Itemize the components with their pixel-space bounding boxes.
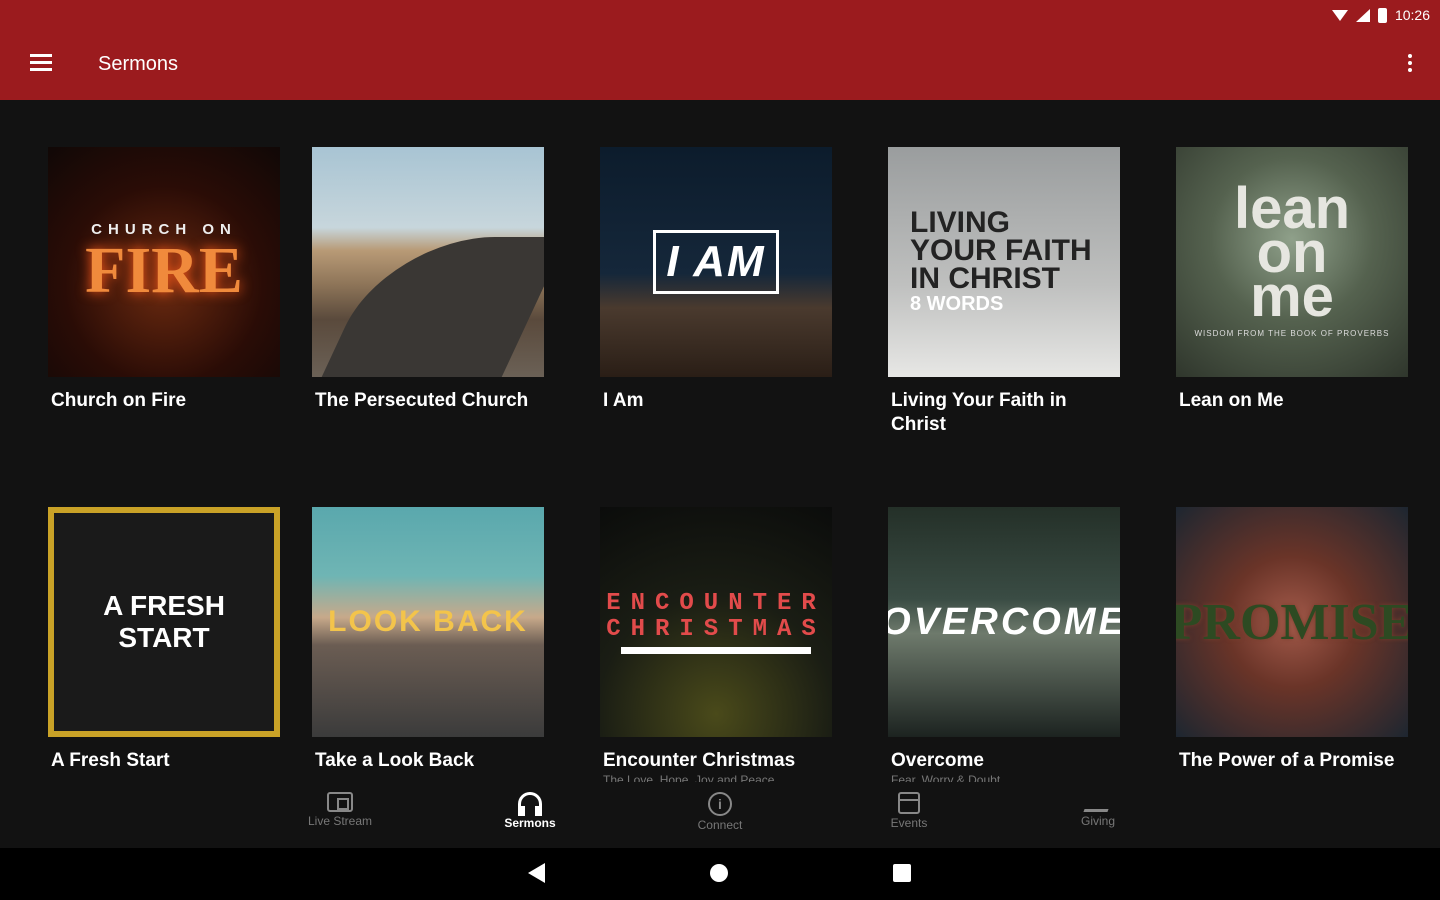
artwork-text: CHRISTMAS [606, 615, 826, 643]
wifi-icon [1331, 9, 1348, 21]
battery-icon [1377, 7, 1387, 23]
artwork-text: I AM [653, 230, 779, 294]
nav-label: Sermons [504, 816, 556, 830]
recent-apps-icon[interactable] [893, 864, 911, 882]
system-navigation-bar [0, 848, 1440, 900]
headphones-icon [518, 792, 542, 816]
sermon-card-fresh-start[interactable]: A FRESH START A Fresh Start [48, 507, 280, 773]
sermon-title: Encounter Christmas [603, 750, 796, 771]
artwork-text: 8 WORDS [910, 292, 1004, 315]
sermon-artwork: lean on me WISDOM FROM THE BOOK OF PROVE… [1176, 147, 1408, 377]
sermon-title: Overcome [891, 750, 984, 771]
sermon-title: Take a Look Back [315, 750, 475, 771]
sermon-artwork: LIVING YOUR FAITH IN CHRIST 8 WORDS [888, 147, 1120, 377]
back-icon[interactable] [528, 863, 545, 883]
sermon-card-power-of-a-promise[interactable]: PROMISE The Power of a Promise [1176, 507, 1408, 773]
sermon-artwork: LOOK BACK [312, 507, 544, 737]
artwork-text: WISDOM FROM THE BOOK OF PROVERBS [1194, 328, 1390, 338]
more-vert-icon[interactable] [1406, 52, 1414, 76]
sermon-title: The Power of a Promise [1179, 750, 1395, 771]
sermon-card-living-your-faith[interactable]: LIVING YOUR FAITH IN CHRIST 8 WORDS Livi… [888, 147, 1120, 437]
artwork-text: FIRE [85, 233, 243, 307]
sermon-title: The Persecuted Church [315, 390, 529, 411]
nav-connect[interactable]: Connect [660, 782, 780, 842]
tv-icon [327, 792, 353, 812]
sermon-card-church-on-fire[interactable]: CHURCH ON FIRE Church on Fire [48, 147, 280, 413]
sermon-artwork: OVERCOME [888, 507, 1120, 737]
sermon-artwork: CHURCH ON FIRE [48, 147, 280, 377]
nav-giving[interactable]: Giving [1038, 782, 1158, 842]
info-icon [708, 792, 732, 816]
bottom-navigation: Live Stream Sermons Connect Events Givin… [0, 782, 1440, 848]
nav-live-stream[interactable]: Live Stream [280, 782, 400, 842]
sermon-artwork: I AM [600, 147, 832, 377]
artwork-text: LOOK BACK [328, 605, 528, 638]
sermon-title: A Fresh Start [51, 750, 170, 771]
sermon-artwork: PROMISE [1176, 507, 1408, 737]
sermon-card-encounter-christmas[interactable]: ENCOUNTER CHRISTMAS Encounter Christmas … [600, 507, 832, 787]
page-title: Sermons [98, 53, 179, 75]
artwork-text: OVERCOME [888, 600, 1120, 643]
nav-label: Connect [697, 818, 743, 832]
nav-label: Live Stream [307, 814, 373, 828]
calendar-icon [898, 792, 920, 814]
artwork-text: A FRESH START [103, 590, 225, 653]
sermon-artwork [312, 147, 544, 377]
sermon-card-persecuted-church[interactable]: The Persecuted Church [312, 147, 544, 413]
status-time: 10:26 [1394, 7, 1430, 23]
artwork-text: LIVING [910, 205, 1011, 239]
status-bar: 10:26 [1331, 0, 1440, 30]
hamburger-icon[interactable] [30, 54, 52, 72]
artwork-text: IN CHRIST [910, 261, 1060, 295]
sermon-artwork: ENCOUNTER CHRISTMAS [600, 507, 832, 737]
home-icon[interactable] [710, 864, 728, 882]
nav-events[interactable]: Events [849, 782, 969, 842]
app-bar: 10:26 Sermons [0, 0, 1440, 100]
sermon-title: Lean on Me [1179, 390, 1284, 411]
sermon-card-lean-on-me[interactable]: lean on me WISDOM FROM THE BOOK OF PROVE… [1176, 147, 1408, 413]
sermon-title: Church on Fire [51, 390, 187, 411]
artwork-text: PROMISE [1176, 593, 1408, 651]
sermon-title: Living Your Faith in Christ [891, 390, 1067, 435]
nav-label: Giving [1080, 814, 1115, 828]
artwork-text: me [1250, 263, 1334, 329]
nav-label: Events [890, 816, 928, 830]
sermon-card-look-back[interactable]: LOOK BACK Take a Look Back [312, 507, 544, 773]
sermon-artwork: A FRESH START [48, 507, 280, 737]
sermon-title: I Am [603, 390, 644, 411]
nav-sermons[interactable]: Sermons [470, 782, 590, 842]
artwork-text: ENCOUNTER [606, 589, 826, 617]
giving-icon [1083, 798, 1113, 812]
artwork-text: YOUR FAITH [910, 233, 1092, 267]
signal-icon [1355, 8, 1370, 22]
sermon-card-i-am[interactable]: I AM I Am [600, 147, 832, 413]
sermon-card-overcome[interactable]: OVERCOME Overcome Fear, Worry & Doubt [888, 507, 1120, 787]
